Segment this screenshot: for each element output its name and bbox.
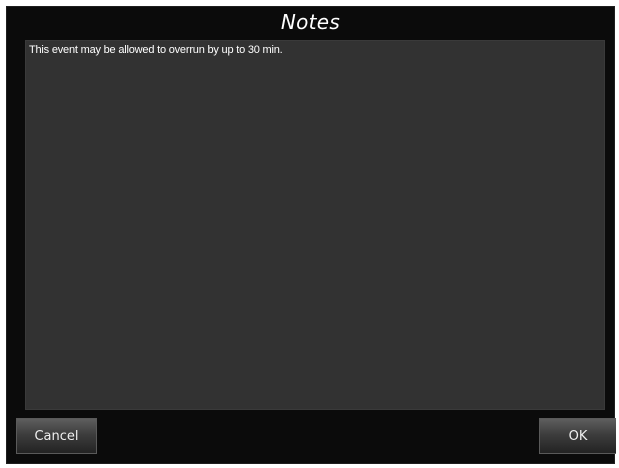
notes-dialog: Notes This event may be allowed to overr… <box>6 6 616 464</box>
cancel-button-label: Cancel <box>34 428 79 444</box>
dialog-title: Notes <box>280 10 341 34</box>
ok-button-label: OK <box>568 428 588 444</box>
notes-text-area[interactable]: This event may be allowed to overrun by … <box>25 40 605 410</box>
cancel-button[interactable]: Cancel <box>16 418 97 454</box>
notes-text[interactable]: This event may be allowed to overrun by … <box>26 41 604 409</box>
ok-button[interactable]: OK <box>539 418 616 454</box>
